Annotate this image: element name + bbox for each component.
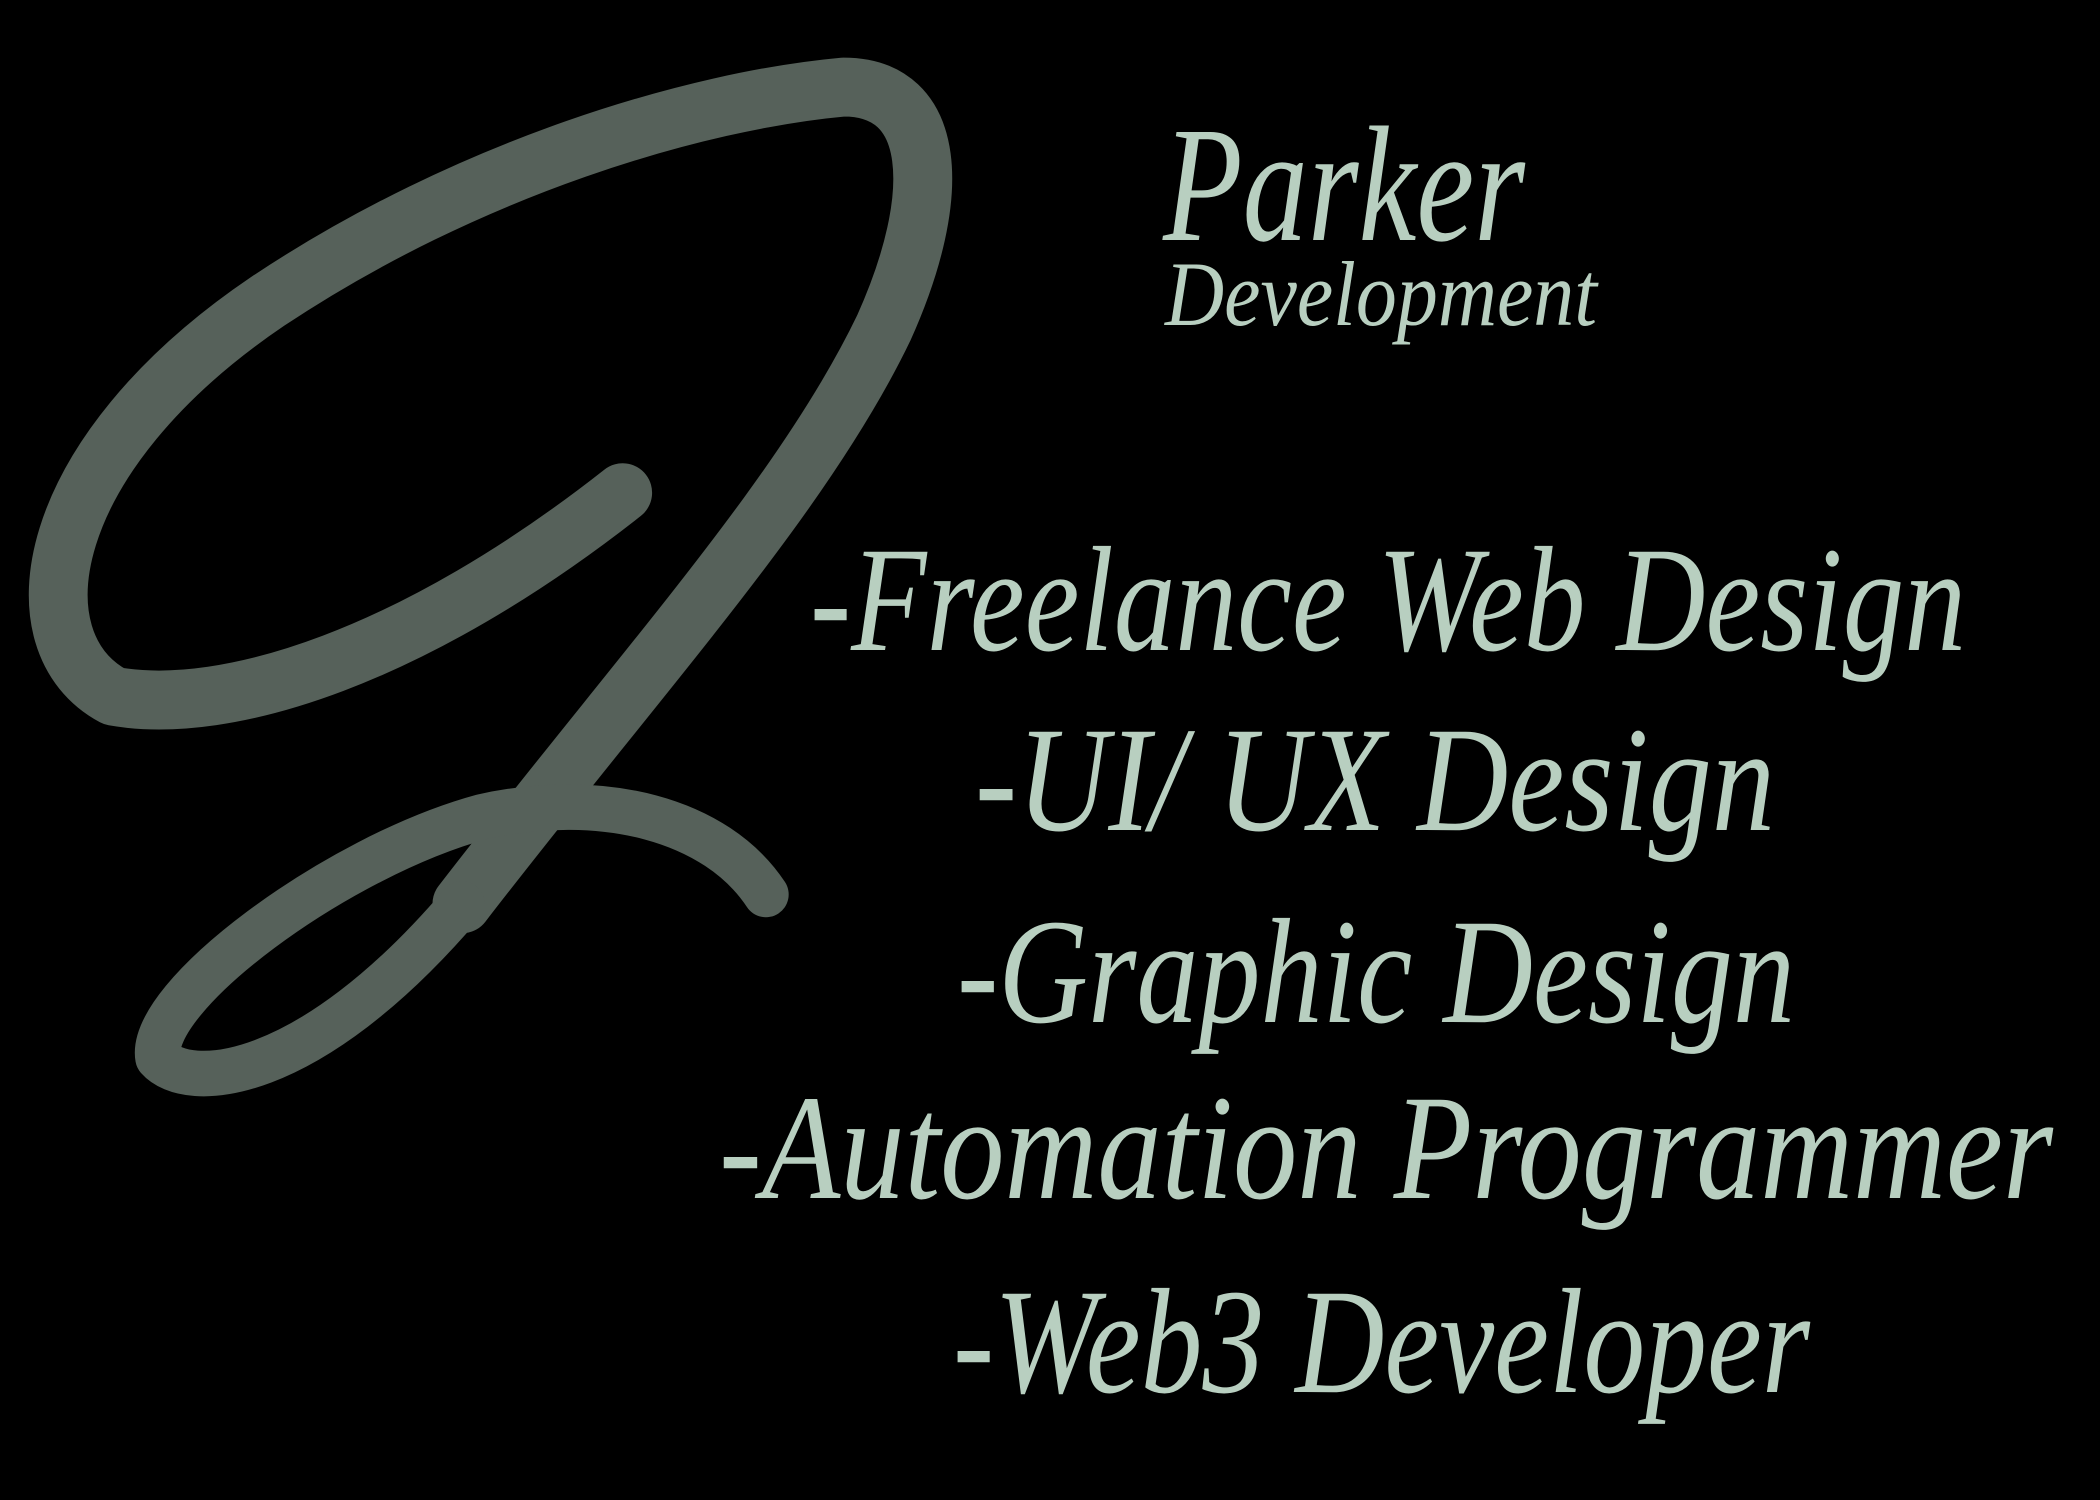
service-item: -Automation Programmer <box>719 1065 2054 1231</box>
service-item: -Freelance Web Design <box>810 517 1966 683</box>
brand-subtitle: Development <box>1163 243 1599 345</box>
business-card: Parker Development -Freelance Web Design… <box>28 57 2054 1425</box>
services-list: -Freelance Web Design -UI/ UX Design -Gr… <box>719 517 2054 1425</box>
service-item: -UI/ UX Design <box>975 697 1775 863</box>
service-item: -Web3 Developer <box>953 1259 1811 1425</box>
j-monogram-logo <box>28 57 953 1097</box>
service-item: -Graphic Design <box>957 889 1795 1055</box>
